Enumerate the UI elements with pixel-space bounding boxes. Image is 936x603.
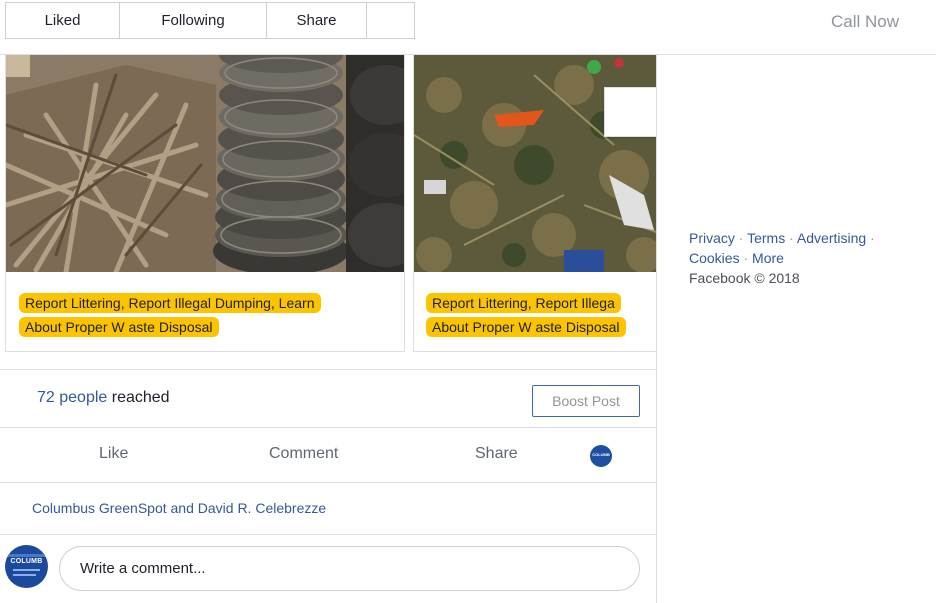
following-button[interactable]: Following: [119, 2, 267, 39]
post-insights-row: 72 people reached Boost Post: [0, 369, 656, 428]
reach-summary: 72 people reached: [37, 389, 170, 407]
card-headline-line2[interactable]: About Proper W aste Disposal: [426, 317, 626, 337]
people-reached-link[interactable]: 72 people: [37, 389, 107, 406]
post-actions-row: Like Comment Share COLUMB: [0, 428, 656, 483]
carousel-next-button[interactable]: [604, 87, 656, 137]
post-card: Report Littering, Report Illegal Dumping…: [0, 55, 657, 603]
carousel-card[interactable]: Report Littering, Report Illegal Dumping…: [5, 55, 405, 352]
page-avatar-selector-icon[interactable]: COLUMB: [590, 445, 612, 467]
avatar-mini-text: COLUMB: [592, 452, 610, 457]
comment-button[interactable]: Comment: [269, 445, 338, 463]
avatar-line: [13, 574, 36, 576]
comment-input[interactable]: [59, 546, 640, 591]
privacy-link[interactable]: Privacy: [689, 230, 735, 246]
card-headline-line1[interactable]: Report Littering, Report Illega: [426, 293, 621, 313]
liked-button[interactable]: Liked: [5, 2, 120, 39]
reached-label: reached: [107, 389, 170, 406]
page-button-group: Liked Following Share: [5, 2, 415, 39]
avatar-logo-text: COLUMB: [10, 558, 43, 565]
copyright-text: Facebook © 2018: [689, 270, 800, 286]
advertising-link[interactable]: Advertising: [797, 230, 866, 246]
separator: ·: [866, 230, 875, 246]
avatar[interactable]: COLUMB: [5, 545, 48, 588]
comment-composer: COLUMB: [0, 535, 656, 603]
avatar-line: [13, 569, 40, 571]
card-headline-line2[interactable]: About Proper W aste Disposal: [19, 317, 219, 337]
avatar-stripe: [5, 554, 48, 557]
cookies-link[interactable]: Cookies: [689, 250, 740, 266]
share-page-button[interactable]: Share: [266, 2, 367, 39]
tire-pile-photo[interactable]: [6, 55, 404, 272]
separator: ·: [734, 230, 748, 246]
separator: ·: [785, 230, 797, 246]
more-link[interactable]: More: [752, 250, 784, 266]
share-post-button[interactable]: Share: [475, 445, 518, 463]
more-options-button[interactable]: [366, 2, 415, 39]
separator: ·: [739, 250, 753, 266]
likers-link[interactable]: Columbus GreenSpot and David R. Celebrez…: [32, 500, 326, 516]
sidebar-footer: Privacy · Terms · Advertising · Cookies …: [689, 228, 919, 288]
card-headline[interactable]: Report Littering, Report Illega About Pr…: [426, 291, 656, 339]
reactions-row: Columbus GreenSpot and David R. Celebrez…: [0, 483, 656, 535]
link-carousel: Report Littering, Report Illegal Dumping…: [0, 55, 656, 369]
like-button[interactable]: Like: [99, 445, 128, 463]
terms-link[interactable]: Terms: [747, 230, 785, 246]
card-headline[interactable]: Report Littering, Report Illegal Dumping…: [19, 291, 389, 339]
card-headline-line1[interactable]: Report Littering, Report Illegal Dumping…: [19, 293, 321, 313]
call-now-button[interactable]: Call Now: [831, 12, 899, 32]
boost-post-button[interactable]: Boost Post: [532, 385, 640, 417]
page-action-bar: Liked Following Share Call Now: [0, 0, 936, 55]
